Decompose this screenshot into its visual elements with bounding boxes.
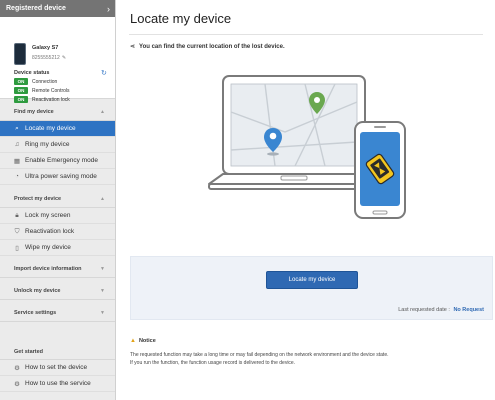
- registered-device-header[interactable]: Registered device ›: [0, 0, 115, 17]
- emergency-icon: ▦: [13, 157, 21, 165]
- last-requested-label: Last requested date :: [398, 307, 450, 313]
- chevron-up-icon: ▲: [100, 196, 105, 202]
- sidebar-item-lock-my-screen[interactable]: 🔒︎ Lock my screen: [0, 208, 115, 224]
- sidebar-item-ultra-power-saving[interactable]: ◔ Ultra power saving mode: [0, 169, 115, 185]
- sidebar-item-how-to-use[interactable]: ⚙ How to use the service: [0, 376, 115, 392]
- search-icon: ⌕: [15, 124, 19, 132]
- share-icon: ⋖: [130, 44, 136, 50]
- trash-icon: ▯: [15, 244, 19, 252]
- device-number-row: 8255555212 ✎: [32, 55, 66, 61]
- edit-icon[interactable]: ✎: [62, 55, 66, 61]
- sidebar-item-locate-my-device[interactable]: ⌕ Locate my device: [0, 121, 115, 137]
- title-divider: [129, 34, 483, 35]
- status-label-reactivation-lock: Reactivation lock: [32, 96, 70, 103]
- gear-icon: ⚙: [14, 364, 20, 372]
- section-label: Service settings: [14, 310, 57, 316]
- sidebar-item-emergency-mode[interactable]: ▦ Enable Emergency mode: [0, 153, 115, 169]
- status-label-connection: Connection: [32, 78, 58, 85]
- notice-title: Notice: [138, 338, 156, 344]
- locate-illustration: [208, 75, 406, 219]
- section-label: Protect my device: [14, 196, 62, 202]
- sidebar-item-label: Ring my device: [25, 141, 70, 148]
- status-label-remote-controls: Remote Controls: [32, 87, 70, 94]
- device-status-label: Device status: [14, 70, 50, 76]
- power-saving-icon: ◔: [15, 173, 19, 180]
- chevron-down-icon: ▼: [100, 266, 105, 272]
- gear-icon: ⚙: [14, 380, 20, 388]
- sidebar-item-label: Enable Emergency mode: [25, 157, 98, 164]
- sidebar-item-reactivation-lock[interactable]: ⛉ Reactivation lock: [0, 224, 115, 240]
- intro-text: You can find the current location of the…: [139, 43, 285, 50]
- section-service-settings[interactable]: Service settings ▼: [0, 305, 115, 322]
- section-import-device-info[interactable]: Import device information ▼: [0, 261, 115, 278]
- sidebar-item-label: Locate my device: [25, 125, 76, 132]
- section-protect-my-device[interactable]: Protect my device ▲: [0, 191, 115, 208]
- action-panel: Locate my device Last requested date : N…: [130, 256, 493, 320]
- status-remote-controls: ON Remote Controls: [14, 87, 70, 94]
- section-get-started: Get started: [0, 344, 115, 360]
- notice-line-2: If you run the function, the function us…: [130, 360, 296, 366]
- music-note-icon: ♫: [14, 141, 20, 148]
- chevron-right-icon: ›: [107, 3, 110, 14]
- notice-heading: ▲ Notice: [130, 338, 156, 344]
- lock-icon: 🔒︎: [15, 211, 19, 219]
- device-number: 8255555212: [32, 55, 60, 61]
- sidebar-item-wipe-my-device[interactable]: ▯ Wipe my device: [0, 240, 115, 256]
- main-content: Locate my device ⋖ You can find the curr…: [117, 0, 495, 400]
- section-label: Import device information: [14, 266, 82, 272]
- device-thumbnail: [14, 43, 26, 65]
- chevron-up-icon: ▲: [100, 109, 105, 115]
- sidebar-item-ring-my-device[interactable]: ♫ Ring my device: [0, 137, 115, 153]
- phone-illustration: [354, 121, 406, 219]
- warning-icon: ▲: [130, 338, 136, 344]
- sidebar-item-label: How to set the device: [25, 364, 88, 371]
- last-requested-row: Last requested date : No Request: [398, 307, 484, 313]
- status-badge: ON: [14, 87, 28, 94]
- last-requested-value: No Request: [453, 307, 484, 313]
- section-label: Find my device: [14, 109, 54, 115]
- sidebar-item-label: Ultra power saving mode: [25, 173, 97, 180]
- section-unlock-my-device[interactable]: Unlock my device ▼: [0, 283, 115, 300]
- sidebar-item-how-to-set[interactable]: ⚙ How to set the device: [0, 360, 115, 376]
- shield-icon: ⛉: [14, 227, 20, 235]
- sidebar: Registered device › Galaxy S7 8255555212…: [0, 0, 116, 400]
- device-name: Galaxy S7: [32, 45, 59, 51]
- refresh-icon[interactable]: ↻: [101, 69, 107, 77]
- registered-device-label: Registered device: [6, 5, 66, 12]
- status-reactivation-lock: ON Reactivation lock: [14, 96, 70, 103]
- chevron-down-icon: ▼: [100, 310, 105, 316]
- status-badge: ON: [14, 96, 28, 103]
- device-info-panel: Galaxy S7 8255555212 ✎ Device status ↻ ON…: [0, 17, 115, 103]
- page-title: Locate my device: [130, 11, 232, 26]
- sidebar-item-label: Wipe my device: [25, 244, 71, 251]
- sidebar-item-label: How to use the service: [25, 380, 91, 387]
- section-find-my-device[interactable]: Find my device ▲: [0, 104, 115, 121]
- locate-my-device-button[interactable]: Locate my device: [266, 271, 358, 289]
- notice-line-1: The requested function may take a long t…: [130, 352, 389, 358]
- status-badge: ON: [14, 78, 28, 85]
- chevron-down-icon: ▼: [100, 288, 105, 294]
- intro-text-row: ⋖ You can find the current location of t…: [130, 43, 285, 51]
- sidebar-item-label: Reactivation lock: [25, 228, 75, 235]
- section-label: Unlock my device: [14, 288, 61, 294]
- sidebar-item-label: Lock my screen: [25, 212, 71, 219]
- status-connection: ON Connection: [14, 78, 57, 85]
